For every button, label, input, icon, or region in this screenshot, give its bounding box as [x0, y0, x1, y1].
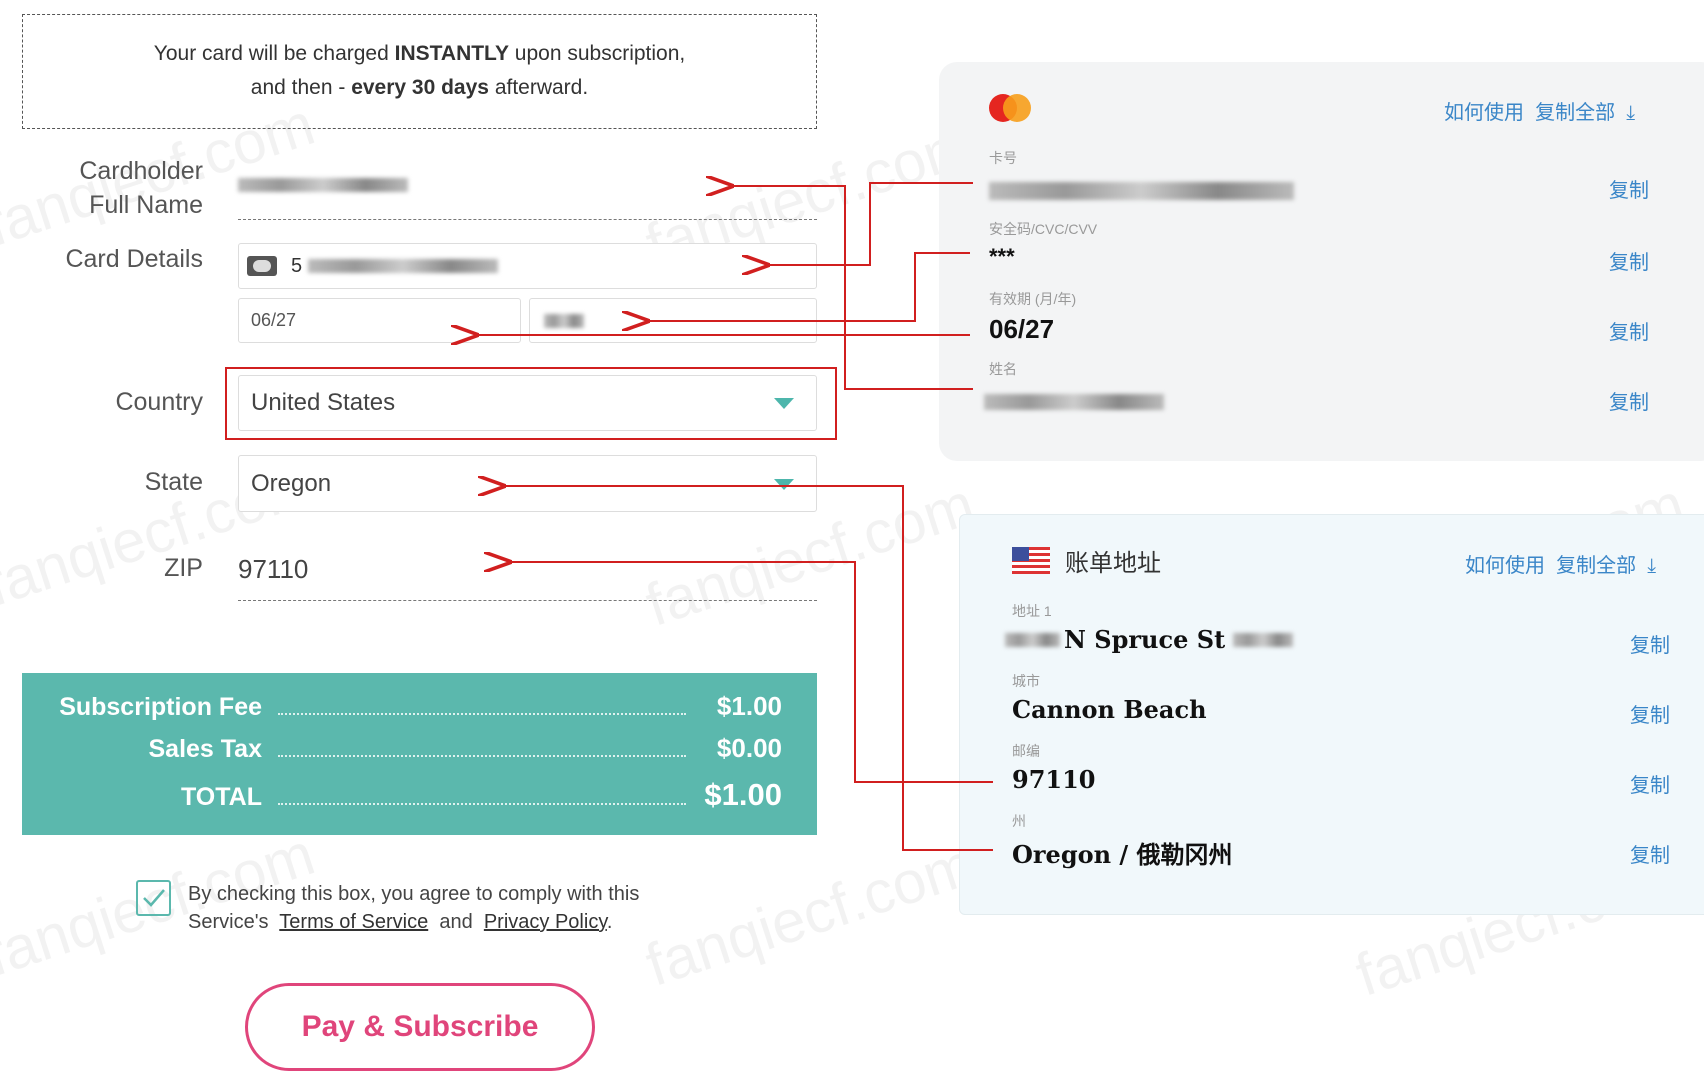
- copy-all-link[interactable]: 复制全部: [1556, 555, 1636, 577]
- check-icon: [143, 889, 165, 907]
- watermark: fanqiecf.com: [637, 830, 983, 999]
- expiry-input[interactable]: 06/27: [238, 298, 521, 343]
- card-details-label: Card Details: [65, 245, 203, 273]
- copy-address[interactable]: 复制: [1630, 629, 1670, 658]
- expiry-value: 06/27: [989, 314, 1055, 344]
- how-to-use-link[interactable]: 如何使用: [1465, 555, 1545, 577]
- us-flag-icon: [1012, 547, 1050, 574]
- chevron-down-icon: [774, 478, 794, 490]
- name-value: [984, 394, 1164, 410]
- zip-label: ZIP: [164, 554, 203, 582]
- state-label: State: [144, 468, 203, 496]
- fee-summary: Subscription Fee $1.00 Sales Tax $0.00 TOT…: [22, 673, 817, 835]
- pay-subscribe-button[interactable]: Pay & Subscribe: [245, 983, 595, 1071]
- card-number-input[interactable]: 5: [238, 243, 817, 289]
- billing-address-panel: 账单地址 如何使用 复制全部 ⤓ 地址 1 N Spruce St 复制 城市 …: [959, 514, 1704, 915]
- terms-link[interactable]: Terms of Service: [279, 911, 428, 933]
- country-value: United States: [251, 389, 396, 416]
- country-label: Country: [115, 388, 203, 416]
- card-number-value: [989, 182, 1294, 200]
- chevron-down-icon: [774, 398, 794, 409]
- city-label: 城市: [1012, 673, 1040, 689]
- zip-value-panel: 97110: [1012, 765, 1096, 794]
- download-icon[interactable]: ⤓: [1647, 555, 1656, 577]
- card-icon: [247, 256, 277, 276]
- billing-address-title: 账单地址: [1065, 550, 1161, 577]
- state-select[interactable]: Oregon: [238, 455, 817, 512]
- address-label: 地址 1: [1012, 603, 1052, 619]
- cvv-value: ***: [989, 244, 1015, 269]
- card-number-prefix: 5: [291, 254, 303, 277]
- agree-checkbox[interactable]: [136, 880, 171, 916]
- cvv-input[interactable]: [529, 298, 817, 343]
- address-value: N Spruce St: [1005, 625, 1294, 654]
- country-select[interactable]: United States: [238, 375, 817, 431]
- copy-cvv[interactable]: 复制: [1609, 246, 1649, 275]
- city-value: Cannon Beach: [1012, 695, 1207, 724]
- copy-state[interactable]: 复制: [1630, 839, 1670, 868]
- zip-input[interactable]: 97110: [238, 550, 817, 601]
- state-value: Oregon: [251, 469, 332, 497]
- name-label: 姓名: [989, 361, 1017, 377]
- card-info-panel: 如何使用 复制全部 ⤓ 卡号 复制 安全码/CVC/CVV *** 复制 有效期…: [939, 62, 1704, 461]
- copy-all-link[interactable]: 复制全部: [1535, 102, 1615, 124]
- card-number-label: 卡号: [989, 150, 1017, 166]
- copy-expiry[interactable]: 复制: [1609, 316, 1649, 345]
- how-to-use-link[interactable]: 如何使用: [1444, 102, 1524, 124]
- agreement-text: By checking this box, you agree to compl…: [188, 883, 640, 933]
- zip-label-panel: 邮编: [1012, 743, 1040, 759]
- expiry-label: 有效期 (月/年): [989, 291, 1077, 307]
- cardholder-label: Cardholder Full Name: [79, 157, 203, 219]
- billing-notice: Your card will be charged INSTANTLY upon…: [22, 14, 817, 129]
- copy-zip[interactable]: 复制: [1630, 769, 1670, 798]
- copy-card-number[interactable]: 复制: [1609, 174, 1649, 203]
- copy-name[interactable]: 复制: [1609, 386, 1649, 415]
- state-label-panel: 州: [1012, 813, 1026, 829]
- privacy-link[interactable]: Privacy Policy: [484, 911, 607, 933]
- cardholder-name-input[interactable]: [238, 170, 817, 220]
- copy-city[interactable]: 复制: [1630, 699, 1670, 728]
- state-value-panel: Oregon / 俄勒冈州: [1012, 840, 1233, 869]
- download-icon[interactable]: ⤓: [1626, 102, 1635, 124]
- cvv-label: 安全码/CVC/CVV: [989, 221, 1098, 237]
